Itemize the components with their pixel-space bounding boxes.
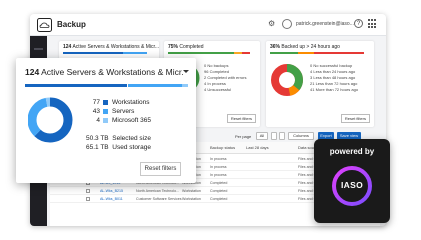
view-toggle[interactable]: [279, 132, 285, 140]
reset-filters-button[interactable]: Reset filters: [340, 114, 370, 123]
row-status: In process: [210, 173, 227, 177]
popup-bar-servers: [128, 84, 182, 87]
view-toggle[interactable]: [271, 132, 277, 140]
sidebar-item[interactable]: [34, 48, 43, 50]
apps-grid-icon[interactable]: [368, 19, 378, 29]
row-checkbox[interactable]: [86, 189, 90, 193]
col-header-last-28-days[interactable]: Last 28 days: [246, 145, 269, 150]
status-bar: [168, 52, 234, 54]
row-checkbox[interactable]: [86, 197, 90, 201]
age-donut: [271, 64, 303, 96]
backup-status-card-header: 75% Completed: [168, 44, 204, 50]
cloud-logo-icon: [37, 18, 52, 32]
row-customer: Customer Software Services: [136, 197, 182, 201]
age-legend: 0 No successful backup 4 Less than 24 ho…: [310, 63, 359, 92]
row-status: In process: [210, 157, 227, 161]
top-bar: Backup ⚙ patrick.greenstein@iaso... ?: [30, 14, 386, 36]
age-bar: [270, 52, 298, 54]
popup-title[interactable]: 124 Active Servers & Workstations & Micr…: [25, 67, 183, 77]
col-header-backup-status[interactable]: Backup status: [210, 145, 235, 150]
powered-by-text: powered by: [329, 147, 375, 156]
popup-bar-workstations: [25, 84, 127, 87]
age-bar: [298, 52, 314, 54]
legend-microsoft-365[interactable]: 4 Microsoft 365: [80, 117, 151, 124]
popup-bar-m365: [182, 84, 188, 87]
avatar[interactable]: [282, 19, 292, 29]
row-type: Workstation: [182, 197, 201, 201]
legend-servers[interactable]: 43 Servers: [80, 108, 135, 115]
status-bar: [234, 52, 242, 54]
reset-filters-button[interactable]: Reset filters: [140, 162, 181, 176]
row-status: Completed: [210, 197, 228, 201]
devices-summary-popup: 124 Active Servers & Workstations & Micr…: [16, 58, 196, 183]
status-legend: 0 No backups 96 Completed 2 Completed wi…: [204, 63, 247, 92]
app-title: Backup: [57, 20, 86, 29]
backup-age-card[interactable]: 36% Backed up > 24 hours ago 0 No succes…: [266, 41, 374, 127]
row-status: Completed: [210, 181, 228, 185]
per-page-select[interactable]: All: [256, 132, 268, 140]
columns-button[interactable]: Columns: [288, 132, 314, 140]
row-status: In process: [210, 165, 227, 169]
row-customer: North American Technolo...: [136, 189, 180, 193]
chevron-down-icon[interactable]: [183, 70, 189, 73]
legend-workstations[interactable]: 77 Workstations: [80, 99, 150, 106]
used-storage: 65.1 TB Used storage: [86, 144, 151, 151]
powered-by-badge: powered by IASO: [314, 139, 390, 223]
devices-card-header: 124 Active Servers & Workstations & Micr…: [63, 44, 160, 50]
row-name-link[interactable]: AL-Wks_B215: [100, 189, 123, 193]
devices-card-bar: [63, 52, 123, 54]
status-bar: [242, 52, 250, 54]
row-name-link[interactable]: AL-Wks_B011: [100, 197, 123, 201]
row-type: Workstation: [182, 189, 201, 193]
reset-filters-button[interactable]: Reset filters: [226, 114, 256, 123]
selected-size: 50.3 TB Selected size: [86, 135, 151, 142]
user-email[interactable]: patrick.greenstein@iaso...: [296, 21, 354, 27]
help-icon[interactable]: ?: [354, 19, 363, 28]
iaso-logo-text: IASO: [341, 180, 363, 190]
backup-age-card-header: 36% Backed up > 24 hours ago: [270, 44, 340, 50]
devices-donut: [28, 97, 73, 143]
row-status: Completed: [210, 189, 228, 193]
age-bar: [314, 52, 364, 54]
bell-icon[interactable]: ⚙: [268, 19, 275, 28]
devices-card-bar: [123, 52, 147, 54]
